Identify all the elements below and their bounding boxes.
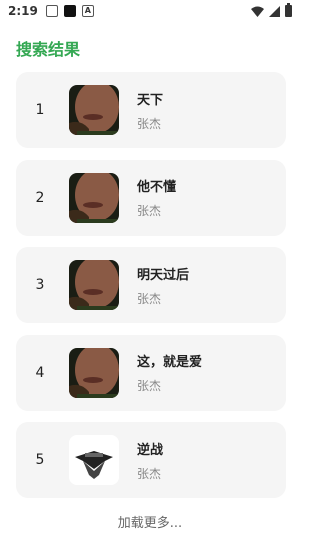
artist-name: 张杰	[137, 379, 162, 393]
search-results-list: 1 天下 张杰 2 他不懂 张杰 3 明天过后 张杰 4 这，就是爱 张杰 5 …	[16, 72, 286, 510]
result-item[interactable]: 2 他不懂 张杰	[16, 159, 286, 236]
artist-name: 张杰	[137, 291, 162, 306]
artist-name: 张杰	[137, 204, 162, 218]
album-cover-logo-icon	[69, 435, 119, 485]
song-title: 他不懂	[137, 180, 177, 195]
status-time: 2:19	[8, 4, 38, 18]
result-item[interactable]: 3 明天过后 张杰	[16, 247, 286, 323]
result-meta: 逆战 张杰	[137, 439, 163, 482]
song-title: 逆战	[137, 442, 164, 458]
artist-name: 张杰	[137, 466, 162, 481]
signal-icon	[269, 5, 280, 17]
page-title: 搜索结果	[16, 40, 81, 59]
result-rank: 1	[35, 102, 45, 118]
status-system-icons	[251, 3, 292, 17]
status-bar: 2:19 A	[0, 0, 300, 22]
result-meta: 天下 张杰	[137, 89, 163, 132]
artist-name: 张杰	[137, 116, 162, 131]
result-item[interactable]: 5 逆战 张杰	[16, 422, 286, 498]
album-cover-portrait-icon	[69, 172, 119, 223]
song-title: 天下	[137, 92, 164, 108]
result-rank: 4	[35, 364, 45, 381]
result-rank: 2	[35, 189, 45, 206]
wifi-icon	[251, 6, 264, 17]
result-rank: 5	[35, 452, 45, 468]
status-notification-icons: A	[45, 5, 94, 17]
album-cover-portrait-icon	[69, 260, 119, 310]
battery-icon	[285, 3, 292, 17]
song-title: 明天过后	[137, 267, 190, 283]
load-more-button[interactable]: 加载更多...	[0, 512, 300, 531]
song-title: 这，就是爱	[137, 355, 203, 370]
gallery-notification-icon	[45, 5, 58, 17]
result-meta: 明天过后 张杰	[137, 264, 189, 307]
album-cover-portrait-icon	[69, 85, 119, 135]
app-notification-icon	[63, 5, 76, 17]
result-rank: 3	[35, 277, 45, 293]
album-cover-portrait-icon	[69, 347, 119, 398]
result-item[interactable]: 1 天下 张杰	[16, 72, 286, 148]
result-item[interactable]: 4 这，就是爱 张杰	[16, 334, 286, 411]
a-notification-icon: A	[81, 5, 94, 17]
result-meta: 这，就是爱 张杰	[137, 351, 202, 394]
result-meta: 他不懂 张杰	[137, 176, 176, 219]
